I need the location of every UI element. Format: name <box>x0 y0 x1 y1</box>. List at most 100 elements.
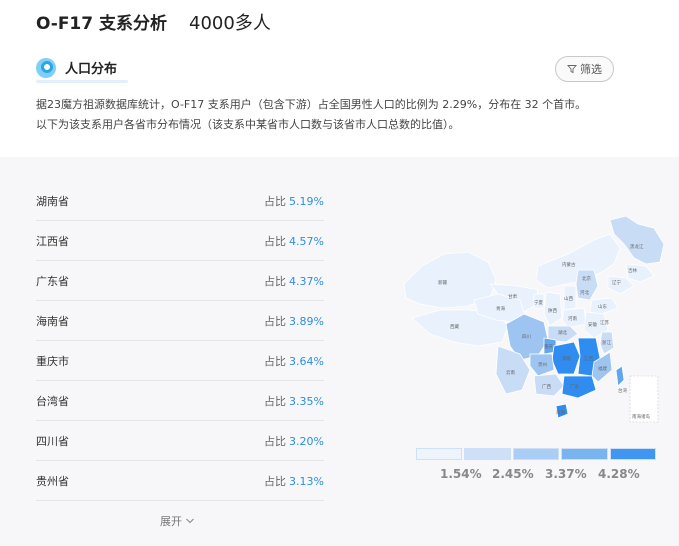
population-icon <box>36 58 56 78</box>
province-share: 占比 3.13% <box>264 473 324 489</box>
province-share: 占比 4.37% <box>264 273 324 289</box>
region-label: 四川 <box>522 334 531 340</box>
description-line-2: 以下为该支系用户各省市分布情况（该支系中某省市人口数与该省市人口总数的比值）。 <box>36 118 460 131</box>
share-prefix: 占比 <box>264 234 287 248</box>
province-name: 重庆市 <box>36 354 69 368</box>
region-label: 湖南 <box>562 355 571 362</box>
distribution-panel: 湖南省 占比 5.19% 江西省 占比 4.57% 广东省 占比 4.37% 海南省 … <box>0 157 679 546</box>
expand-button[interactable]: 展开 <box>160 513 195 529</box>
region-label: 吉林 <box>628 267 637 274</box>
province-name: 四川省 <box>36 434 69 448</box>
share-value: 3.35% <box>289 394 324 408</box>
share-prefix: 占比 <box>264 434 287 448</box>
page-header: O-F17 支系分析 4000多人 <box>36 9 271 34</box>
region-label: 贵州 <box>538 361 547 368</box>
region-label: 广西 <box>542 383 551 390</box>
region-label: 台湾 <box>618 387 627 394</box>
province-name: 海南省 <box>36 314 69 328</box>
region-label: 浙江 <box>602 339 611 346</box>
region-label: 广东 <box>570 383 579 390</box>
list-item: 海南省 占比 3.89% <box>36 301 324 341</box>
filter-button[interactable]: 筛选 <box>555 56 614 82</box>
region-label: 山西 <box>564 295 573 302</box>
share-prefix: 占比 <box>264 274 287 288</box>
list-item: 贵州省 占比 3.13% <box>36 461 324 501</box>
share-value: 3.20% <box>289 434 324 448</box>
region-label: 江苏 <box>600 319 609 326</box>
region-label: 海南 <box>556 409 565 416</box>
region-label: 河南 <box>568 315 577 322</box>
region-label: 宁夏 <box>534 299 543 306</box>
region-label: 北京 <box>582 275 591 282</box>
region-label: 内蒙古 <box>562 261 576 268</box>
region-label: 湖北 <box>558 329 567 336</box>
province-name: 江西省 <box>36 234 69 248</box>
province-share: 占比 3.64% <box>264 353 324 369</box>
share-prefix: 占比 <box>264 354 287 368</box>
share-value: 4.37% <box>289 274 324 288</box>
region-label: 新疆 <box>438 279 447 286</box>
legend-labels: 1.54% 2.45% 3.37% 4.28% <box>416 467 656 483</box>
legend-swatch <box>464 448 511 460</box>
region-label: 青海 <box>496 305 505 312</box>
list-item: 江西省 占比 4.57% <box>36 221 324 261</box>
legend-swatch <box>512 448 560 460</box>
chevron-down-icon <box>186 518 194 524</box>
share-prefix: 占比 <box>264 194 287 208</box>
province-name: 台湾省 <box>36 394 69 408</box>
legend-label: 1.54% <box>440 467 482 481</box>
legend-label: 2.45% <box>492 467 534 481</box>
province-share: 占比 3.20% <box>264 433 324 449</box>
description-line-1: 据23魔方祖源数据库统计，O-F17 支系用户（包含下游）占全国男性人口的比例为… <box>36 98 587 111</box>
region-label: 西藏 <box>450 323 459 330</box>
list-item: 台湾省 占比 3.35% <box>36 381 324 421</box>
list-item: 湖南省 占比 5.19% <box>36 181 324 221</box>
map-region-heilongjiang <box>609 215 665 265</box>
expand-label: 展开 <box>160 515 182 528</box>
legend-swatch <box>561 448 608 460</box>
region-label: 云南 <box>506 369 515 376</box>
list-item: 四川省 占比 3.20% <box>36 421 324 461</box>
region-label: 河北 <box>580 289 589 296</box>
region-label: 南海诸岛 <box>632 413 650 420</box>
region-label: 重庆 <box>544 343 553 350</box>
share-value: 3.89% <box>289 314 324 328</box>
share-prefix: 占比 <box>264 314 287 328</box>
share-prefix: 占比 <box>264 394 287 408</box>
legend-swatch <box>609 448 657 460</box>
region-label: 江西 <box>584 355 593 362</box>
map-legend <box>416 448 657 460</box>
province-share: 占比 3.89% <box>264 313 324 329</box>
section-header: 人口分布 筛选 <box>36 55 614 85</box>
region-label: 辽宁 <box>612 279 621 286</box>
share-value: 3.13% <box>289 474 324 488</box>
section-title: 人口分布 <box>65 62 118 77</box>
page-title: O-F17 支系分析 <box>36 14 168 34</box>
region-label: 安徽 <box>588 321 597 328</box>
province-list: 湖南省 占比 5.19% 江西省 占比 4.57% 广东省 占比 4.37% 海南省 … <box>36 181 324 501</box>
province-share: 占比 4.57% <box>264 233 324 249</box>
province-share: 占比 3.35% <box>264 393 324 409</box>
share-value: 4.57% <box>289 234 324 248</box>
filter-icon <box>567 65 577 74</box>
region-label: 福建 <box>598 365 607 372</box>
china-map: 黑龙江 吉林 辽宁 内蒙古 北京 河北 山西 新疆 西藏 青海 甘肃 宁夏 陕西… <box>403 215 665 423</box>
map-region-guangdong <box>561 375 597 399</box>
share-value: 5.19% <box>289 194 324 208</box>
legend-label: 4.28% <box>598 467 640 481</box>
list-item: 重庆市 占比 3.64% <box>36 341 324 381</box>
province-name: 广东省 <box>36 274 69 288</box>
province-name: 贵州省 <box>36 474 69 488</box>
user-count: 4000多人 <box>189 13 271 34</box>
list-item: 广东省 占比 4.37% <box>36 261 324 301</box>
map-region-taiwan <box>615 365 625 387</box>
legend-label: 3.37% <box>545 467 587 481</box>
legend-swatch <box>416 448 463 460</box>
share-prefix: 占比 <box>264 474 287 488</box>
region-label: 山东 <box>598 303 607 310</box>
section-underline <box>36 80 128 83</box>
province-share: 占比 5.19% <box>264 193 324 209</box>
region-label: 陕西 <box>548 307 557 314</box>
region-label: 甘肃 <box>508 293 517 300</box>
province-name: 湖南省 <box>36 194 69 208</box>
